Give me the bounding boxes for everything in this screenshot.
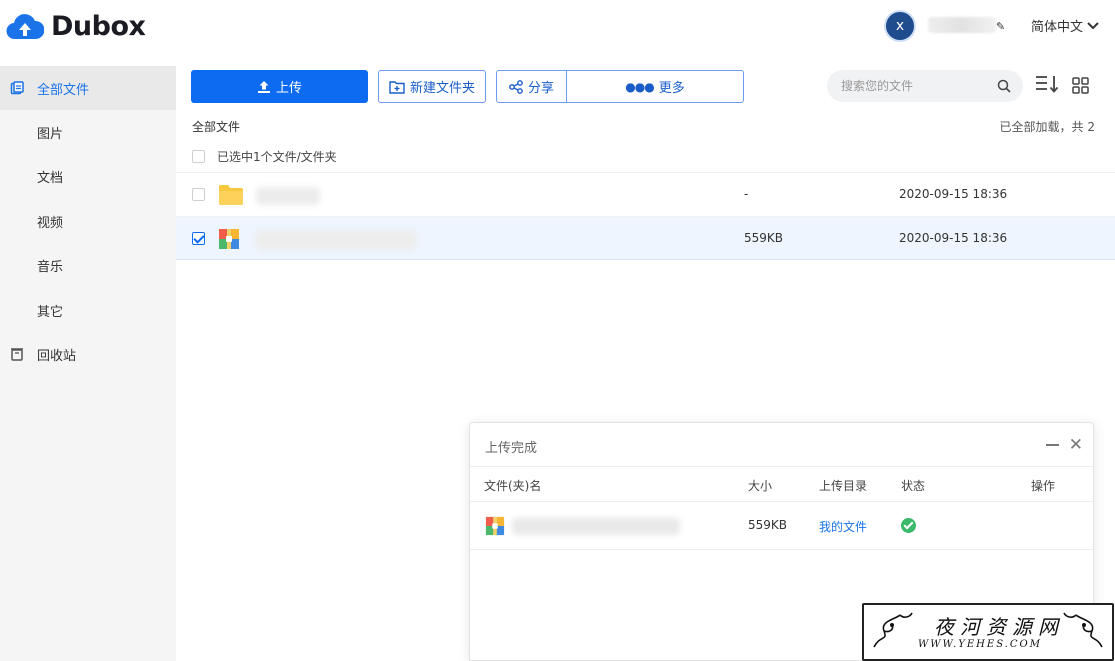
panel-title: 上传完成 bbox=[485, 441, 538, 456]
upload-icon bbox=[257, 80, 270, 93]
sidebar-item-all-files[interactable]: 全部文件 bbox=[0, 66, 176, 111]
search-icon[interactable] bbox=[997, 79, 1011, 93]
share-button[interactable]: 分享 bbox=[497, 71, 567, 102]
watermark-url: WWW.YEHES.COM bbox=[918, 639, 1042, 650]
cloud-logo-icon bbox=[6, 14, 44, 40]
sidebar-item-label: 音乐 bbox=[37, 260, 64, 276]
file-name-redacted bbox=[512, 518, 680, 535]
new-folder-label: 新建文件夹 bbox=[409, 81, 475, 96]
panel-table-header: 文件(夹)名 大小 上传目录 状态 操作 bbox=[470, 466, 1093, 502]
sidebar-item-images[interactable]: 图片 bbox=[0, 110, 176, 154]
upload-size: 559KB bbox=[748, 518, 788, 532]
table-row-selected[interactable]: 559KB 2020-09-15 18:36 bbox=[176, 216, 1115, 260]
app-name: Dubox bbox=[51, 10, 146, 42]
sidebar-item-label: 回收站 bbox=[37, 349, 77, 365]
file-name-redacted bbox=[256, 187, 320, 205]
col-size: 大小 bbox=[748, 479, 773, 493]
file-size: - bbox=[744, 187, 749, 201]
trash-icon bbox=[11, 348, 23, 362]
chevron-down-icon bbox=[1087, 21, 1099, 29]
watermark: 夜河资源网 WWW.YEHES.COM bbox=[862, 603, 1114, 661]
selection-text: 已选中1个文件/文件夹 bbox=[217, 150, 337, 164]
more-label: 更多 bbox=[658, 81, 685, 96]
col-action: 操作 bbox=[1031, 479, 1056, 493]
folder-icon bbox=[219, 185, 243, 205]
avatar[interactable]: x bbox=[884, 10, 916, 42]
logo[interactable]: Dubox bbox=[6, 8, 146, 44]
language-label: 简体中文 bbox=[1031, 20, 1084, 35]
top-bar: Dubox x ✎ 简体中文 bbox=[0, 0, 1115, 56]
new-folder-icon bbox=[389, 80, 405, 94]
upload-row: 559KB 我的文件 bbox=[470, 502, 1093, 550]
sidebar-item-label: 视频 bbox=[37, 215, 64, 231]
success-check-icon bbox=[901, 518, 916, 533]
sidebar-item-documents[interactable]: 文档 bbox=[0, 155, 176, 199]
sidebar-item-videos[interactable]: 视频 bbox=[0, 199, 176, 243]
sidebar-item-label: 全部文件 bbox=[37, 82, 90, 98]
sort-icon[interactable] bbox=[1035, 75, 1059, 93]
minimize-icon[interactable] bbox=[1046, 444, 1059, 446]
sidebar-item-other[interactable]: 其它 bbox=[0, 288, 176, 332]
sidebar-item-label: 文档 bbox=[37, 171, 64, 187]
files-icon bbox=[10, 81, 24, 95]
row-checkbox[interactable] bbox=[192, 188, 205, 201]
ornament-left-icon bbox=[873, 612, 913, 648]
upload-button[interactable]: 上传 bbox=[191, 70, 368, 103]
share-icon bbox=[509, 79, 523, 94]
selection-header: 已选中1个文件/文件夹 bbox=[192, 148, 337, 165]
sidebar-item-trash[interactable]: 回收站 bbox=[0, 332, 176, 376]
language-selector[interactable]: 简体中文 bbox=[1031, 16, 1099, 35]
action-button-group: 分享 ●●● 更多 bbox=[496, 70, 744, 103]
ornament-right-icon bbox=[1063, 612, 1103, 648]
edit-icon[interactable]: ✎ bbox=[996, 20, 1005, 33]
col-dir: 上传目录 bbox=[819, 479, 868, 493]
new-folder-button[interactable]: 新建文件夹 bbox=[378, 70, 486, 103]
sidebar-item-label: 图片 bbox=[37, 127, 64, 143]
share-label: 分享 bbox=[527, 81, 554, 96]
close-icon[interactable]: ✕ bbox=[1069, 435, 1083, 455]
upload-label: 上传 bbox=[275, 81, 302, 96]
upload-dir-link[interactable]: 我的文件 bbox=[819, 518, 867, 535]
username-redacted bbox=[928, 17, 996, 33]
breadcrumb[interactable]: 全部文件 bbox=[192, 118, 240, 135]
search-box bbox=[827, 70, 1023, 102]
sidebar-item-label: 其它 bbox=[37, 304, 64, 320]
col-name: 文件(夹)名 bbox=[484, 479, 542, 493]
file-size: 559KB bbox=[744, 231, 784, 245]
archive-file-icon bbox=[219, 229, 239, 249]
col-status: 状态 bbox=[901, 479, 926, 493]
sidebar: 全部文件 图片 文档 视频 音乐 其它 回收站 bbox=[0, 66, 176, 661]
select-all-checkbox[interactable] bbox=[192, 150, 205, 163]
archive-file-icon bbox=[485, 516, 505, 536]
table-row[interactable]: - 2020-09-15 18:36 bbox=[176, 172, 1115, 216]
row-checkbox-checked[interactable] bbox=[192, 232, 205, 245]
sidebar-item-music[interactable]: 音乐 bbox=[0, 244, 176, 288]
more-button[interactable]: ●●● 更多 bbox=[567, 71, 743, 102]
watermark-title: 夜河资源网 bbox=[934, 615, 1064, 639]
file-date: 2020-09-15 18:36 bbox=[899, 231, 1008, 245]
loaded-count: 已全部加载，共 2 bbox=[999, 120, 1095, 134]
file-date: 2020-09-15 18:36 bbox=[899, 187, 1008, 201]
grid-view-icon[interactable] bbox=[1072, 77, 1089, 94]
search-input[interactable] bbox=[827, 70, 977, 102]
file-name-redacted bbox=[256, 231, 416, 249]
more-dots-icon: ●●● bbox=[625, 79, 654, 94]
